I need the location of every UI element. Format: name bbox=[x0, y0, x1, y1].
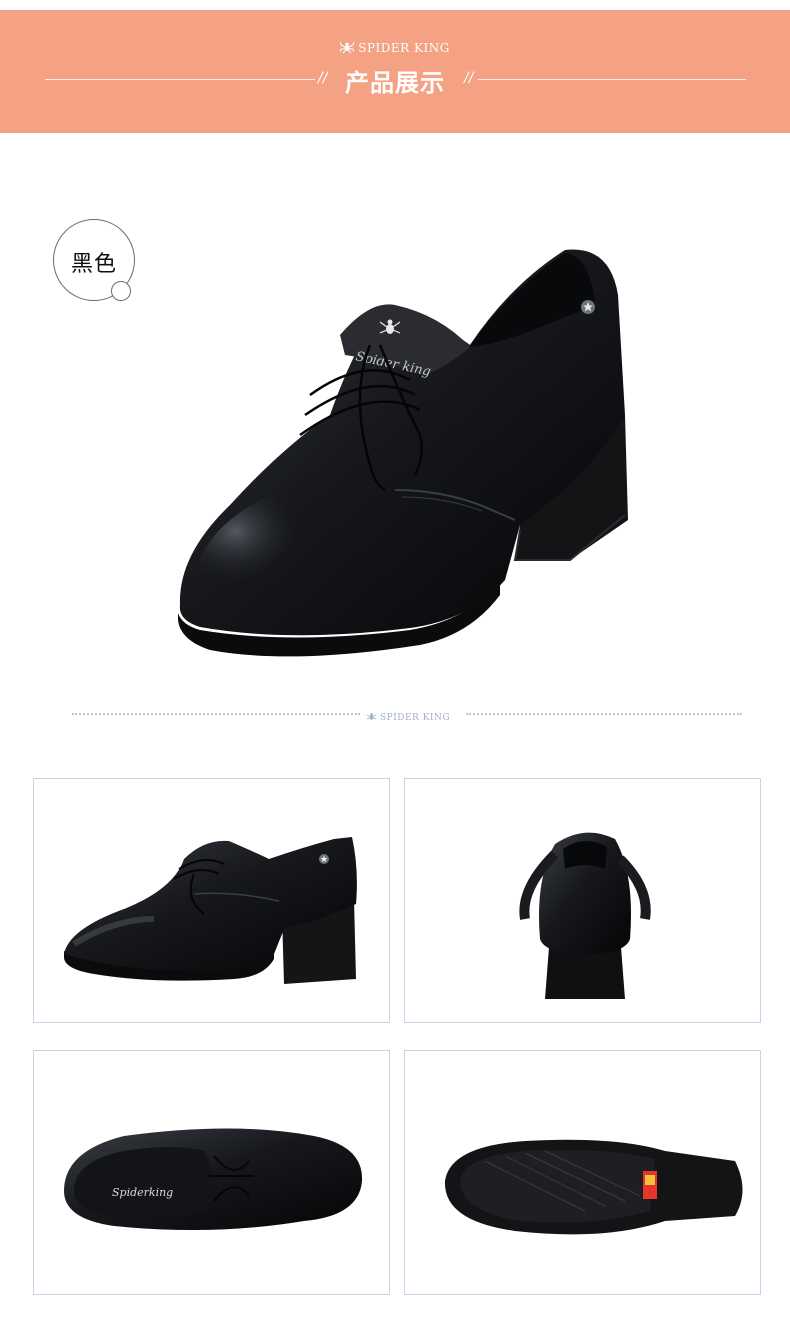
thumbnail-top-view[interactable]: Spiderking bbox=[33, 1050, 390, 1295]
badge-dot bbox=[111, 281, 131, 301]
divider-left bbox=[72, 713, 360, 715]
divider-right bbox=[466, 713, 742, 715]
star-icon bbox=[319, 854, 329, 864]
section-title: 产品展示 bbox=[345, 69, 445, 97]
star-icon bbox=[581, 300, 595, 314]
color-badge: 黑色 bbox=[53, 219, 135, 301]
insole-text: Spiderking bbox=[112, 1186, 173, 1199]
hero-shoe-image: Spider king bbox=[170, 235, 640, 675]
thumbnail-sole-view[interactable] bbox=[404, 1050, 761, 1295]
brand-text: SPIDER KING bbox=[358, 41, 450, 55]
divider-brand: SPIDER KING bbox=[366, 711, 450, 725]
thumbnail-back-view[interactable] bbox=[404, 778, 761, 1023]
spider-icon bbox=[339, 40, 355, 57]
brand-logo: SPIDER KING bbox=[0, 40, 790, 57]
color-label: 黑色 bbox=[70, 252, 117, 277]
spider-icon bbox=[366, 711, 377, 725]
thumbnail-side-view[interactable] bbox=[33, 778, 390, 1023]
divider-brand-text: SPIDER KING bbox=[380, 713, 451, 723]
